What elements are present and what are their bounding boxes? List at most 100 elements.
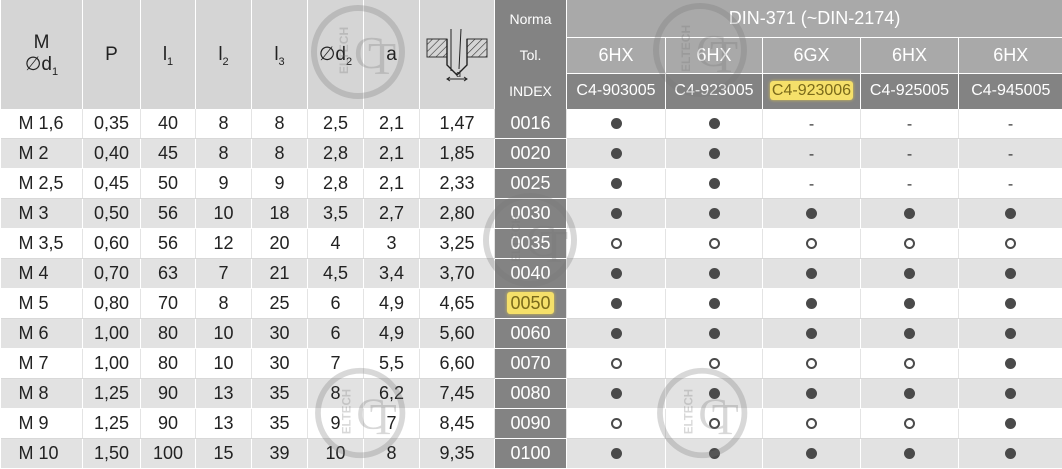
table-row: M 40,70637214,53,43,700040 — [1, 259, 1062, 289]
availability-cell — [567, 139, 666, 169]
tolerance-col-4: 6HX — [861, 37, 959, 73]
tolerance-col-2: 6HX — [666, 37, 763, 73]
availability-cell: - — [763, 139, 861, 169]
filled-circle-icon — [1005, 298, 1016, 309]
availability-cell — [567, 439, 666, 469]
index-code: 0050 — [507, 292, 553, 314]
cell-l3: 35 — [252, 379, 308, 409]
cell-l3: 8 — [252, 109, 308, 139]
cell-index: 0020 — [495, 139, 567, 169]
availability-cell: - — [959, 109, 1062, 139]
index-code: 0035 — [510, 233, 550, 253]
diagram-d-label: d — [456, 69, 461, 79]
cell-m: M 3 — [1, 199, 83, 229]
header-d2: ∅d2 — [308, 0, 364, 109]
header-d1-index: 1 — [52, 66, 58, 78]
cell-p: 0,45 — [83, 169, 141, 199]
drill-hole-diagram-icon: d — [425, 25, 489, 85]
cell-l2: 9 — [196, 169, 252, 199]
index-code: 0030 — [510, 203, 550, 223]
header-a: a — [364, 0, 420, 109]
filled-circle-icon — [709, 148, 720, 159]
cell-l1: 56 — [141, 229, 196, 259]
cell-l3: 35 — [252, 409, 308, 439]
index-code: 0020 — [510, 143, 550, 163]
cell-d2: 6 — [308, 319, 364, 349]
cell-l1: 63 — [141, 259, 196, 289]
availability-cell — [959, 409, 1062, 439]
cell-d: 4,65 — [420, 289, 495, 319]
cell-a: 8 — [364, 439, 420, 469]
tolerance-col-1: 6HX — [567, 37, 666, 73]
table-row: M 50,807082564,94,650050 — [1, 289, 1062, 319]
header-l1: l1 — [141, 0, 196, 109]
tap-specification-table: M ∅d1 P l1 l2 l3 ∅d2 a — [0, 0, 1062, 469]
availability-cell — [861, 319, 959, 349]
cell-index: 0060 — [495, 319, 567, 349]
availability-cell — [567, 169, 666, 199]
header-index-label: INDEX — [495, 73, 567, 109]
cell-m: M 6 — [1, 319, 83, 349]
cell-m: M 8 — [1, 379, 83, 409]
availability-cell — [666, 439, 763, 469]
availability-cell — [567, 259, 666, 289]
cell-a: 7 — [364, 409, 420, 439]
cell-l1: 80 — [141, 319, 196, 349]
cell-d2: 4 — [308, 229, 364, 259]
cell-l3: 39 — [252, 439, 308, 469]
index-col-5: C4-945005 — [959, 73, 1062, 109]
availability-cell — [959, 289, 1062, 319]
filled-circle-icon — [611, 118, 622, 129]
not-available-dash: - — [809, 116, 814, 133]
cell-l1: 80 — [141, 349, 196, 379]
cell-d2: 10 — [308, 439, 364, 469]
index-col-2-code: C4-923005 — [674, 82, 753, 99]
header-tolerance-label: Tol. — [495, 37, 567, 73]
cell-a: 5,5 — [364, 349, 420, 379]
availability-cell: - — [959, 139, 1062, 169]
cell-d2: 4,5 — [308, 259, 364, 289]
cell-m: M 1,6 — [1, 109, 83, 139]
availability-cell — [959, 259, 1062, 289]
filled-circle-icon — [611, 328, 622, 339]
cell-l2: 13 — [196, 409, 252, 439]
not-available-dash: - — [1008, 176, 1013, 193]
availability-cell: - — [763, 169, 861, 199]
cell-d: 5,60 — [420, 319, 495, 349]
index-col-3: C4-923006 — [763, 73, 861, 109]
cell-d2: 7 — [308, 349, 364, 379]
filled-circle-icon — [611, 148, 622, 159]
open-circle-icon — [611, 418, 622, 429]
cell-m: M 5 — [1, 289, 83, 319]
header-l2: l2 — [196, 0, 252, 109]
header-hole-diagram: d — [420, 0, 495, 109]
cell-a: 3 — [364, 229, 420, 259]
cell-p: 0,35 — [83, 109, 141, 139]
header-l3-symbol: l — [274, 44, 278, 65]
cell-d2: 2,8 — [308, 139, 364, 169]
availability-cell — [567, 319, 666, 349]
cell-p: 0,70 — [83, 259, 141, 289]
cell-d: 7,45 — [420, 379, 495, 409]
availability-cell — [763, 379, 861, 409]
cell-m: M 4 — [1, 259, 83, 289]
availability-cell — [959, 349, 1062, 379]
filled-circle-icon — [1005, 208, 1016, 219]
index-col-2: C4-923005 — [666, 73, 763, 109]
table-row: M 30,505610183,52,72,800030 — [1, 199, 1062, 229]
index-code: 0090 — [510, 413, 550, 433]
availability-cell: - — [959, 169, 1062, 199]
availability-cell — [763, 409, 861, 439]
availability-cell — [666, 409, 763, 439]
cell-d2: 2,8 — [308, 169, 364, 199]
availability-cell — [861, 229, 959, 259]
cell-m: M 7 — [1, 349, 83, 379]
availability-cell — [763, 229, 861, 259]
filled-circle-icon — [709, 178, 720, 189]
table-row: M 1,60,3540882,52,11,470016--- — [1, 109, 1062, 139]
cell-d2: 9 — [308, 409, 364, 439]
availability-cell: - — [861, 139, 959, 169]
table-row: M 91,25901335978,450090 — [1, 409, 1062, 439]
cell-d: 9,35 — [420, 439, 495, 469]
cell-l1: 100 — [141, 439, 196, 469]
